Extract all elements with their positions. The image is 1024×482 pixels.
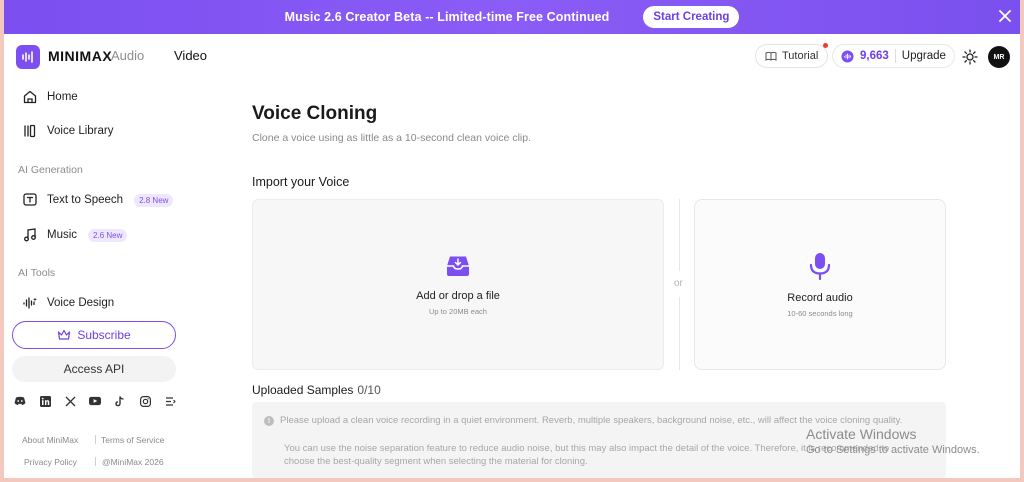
top-nav: MINIMAX Audio Video Tutorial 9,663 Upgra… <box>4 34 1020 80</box>
home-icon <box>23 90 37 104</box>
music-note-icon <box>24 228 36 242</box>
or-label: or <box>674 278 683 289</box>
tutorial-button[interactable]: Tutorial <box>755 43 829 68</box>
tutorial-label: Tutorial <box>782 50 819 62</box>
sidebar-item-voice-design[interactable]: Voice Design <box>22 295 114 311</box>
sun-icon[interactable] <box>962 49 978 65</box>
upgrade-button[interactable]: Upgrade <box>902 50 946 62</box>
activate-windows-sub: Go to Settings to activate Windows. <box>806 444 980 456</box>
page-title: Voice Cloning <box>252 103 378 124</box>
start-creating-button[interactable]: Start Creating <box>643 6 740 28</box>
crown-icon <box>58 329 71 340</box>
upload-title: Add or drop a file <box>416 289 500 302</box>
copyright-text: @MiniMax 2026 <box>102 457 164 467</box>
sidebar-item-music[interactable]: Music 2.6 New <box>22 227 128 243</box>
more-links-icon[interactable] <box>164 395 176 407</box>
notice-text: choose the best-quality segment when sel… <box>284 456 588 467</box>
activate-windows-title: Activate Windows <box>806 426 917 442</box>
book-icon <box>765 51 777 61</box>
import-section-title: Import your Voice <box>252 175 350 189</box>
record-title: Record audio <box>787 291 853 304</box>
terms-link[interactable]: Terms of Service <box>101 435 164 445</box>
sidebar-item-text-to-speech[interactable]: Text to Speech 2.8 New <box>22 192 174 208</box>
subscribe-label: Subscribe <box>77 328 131 342</box>
tiktok-icon[interactable] <box>114 395 126 407</box>
brand-name[interactable]: MINIMAX <box>48 48 112 64</box>
uploaded-samples-heading: Uploaded Samples 0/10 <box>252 383 381 397</box>
upload-dropzone[interactable]: Add or drop a file Up to 20MB each <box>252 199 664 370</box>
x-icon[interactable] <box>64 395 76 407</box>
new-badge: 2.6 New <box>88 228 128 242</box>
promo-banner: Music 2.6 Creator Beta -- Limited-time F… <box>4 0 1020 34</box>
divider <box>95 435 96 444</box>
sidebar-item-label: Voice Library <box>47 125 114 137</box>
waveform-icon <box>23 297 37 309</box>
youtube-icon[interactable] <box>89 395 101 407</box>
credits-icon <box>841 50 854 62</box>
nav-video[interactable]: Video <box>174 48 207 63</box>
microphone-icon <box>809 252 831 280</box>
info-icon: ! <box>264 416 274 426</box>
upload-tray-icon <box>447 256 469 276</box>
divider <box>679 199 680 271</box>
new-badge: 2.8 New <box>134 193 174 207</box>
upload-limit: Up to 20MB each <box>429 306 487 316</box>
record-duration: 10-60 seconds long <box>787 308 853 318</box>
credits-count: 9,663 <box>860 50 889 62</box>
logo-icon[interactable] <box>16 45 40 69</box>
record-audio-button[interactable]: Record audio 10-60 seconds long <box>694 199 946 370</box>
subscribe-button[interactable]: Subscribe <box>12 321 176 349</box>
divider <box>679 297 680 370</box>
access-api-button[interactable]: Access API <box>12 356 176 382</box>
notice-text: You can use the noise separation feature… <box>284 443 890 454</box>
page-subtitle: Clone a voice using as little as a 10-se… <box>252 132 531 144</box>
credits-pill[interactable]: 9,663 Upgrade <box>832 44 955 68</box>
sidebar-item-home[interactable]: Home <box>22 89 78 105</box>
close-icon[interactable] <box>998 9 1012 23</box>
divider <box>894 49 896 63</box>
section-ai-tools: AI Tools <box>18 267 56 279</box>
notification-dot <box>823 43 829 48</box>
divider <box>95 457 96 466</box>
sidebar-item-label: Music <box>47 229 78 241</box>
product-audio[interactable]: Audio <box>111 48 144 63</box>
about-link[interactable]: About MiniMax <box>22 435 78 445</box>
social-links <box>14 395 176 407</box>
instagram-icon[interactable] <box>139 395 151 407</box>
banner-text: Music 2.6 Creator Beta -- Limited-time F… <box>284 10 610 24</box>
text-speech-icon <box>23 193 37 206</box>
sidebar: Home Voice Library AI Generation Text to… <box>4 80 190 478</box>
sidebar-item-label: Voice Design <box>47 297 115 309</box>
linkedin-icon[interactable] <box>39 395 51 407</box>
discord-icon[interactable] <box>14 395 26 407</box>
section-ai-generation: AI Generation <box>18 164 83 176</box>
privacy-link[interactable]: Privacy Policy <box>24 457 77 467</box>
sidebar-item-label: Home <box>47 91 78 103</box>
sidebar-item-label: Text to Speech <box>47 194 124 206</box>
library-icon <box>24 124 36 138</box>
samples-label: Uploaded Samples <box>252 383 354 397</box>
avatar[interactable]: MR <box>988 46 1010 68</box>
samples-count: 0/10 <box>357 383 381 397</box>
sidebar-item-voice-library[interactable]: Voice Library <box>22 123 113 139</box>
